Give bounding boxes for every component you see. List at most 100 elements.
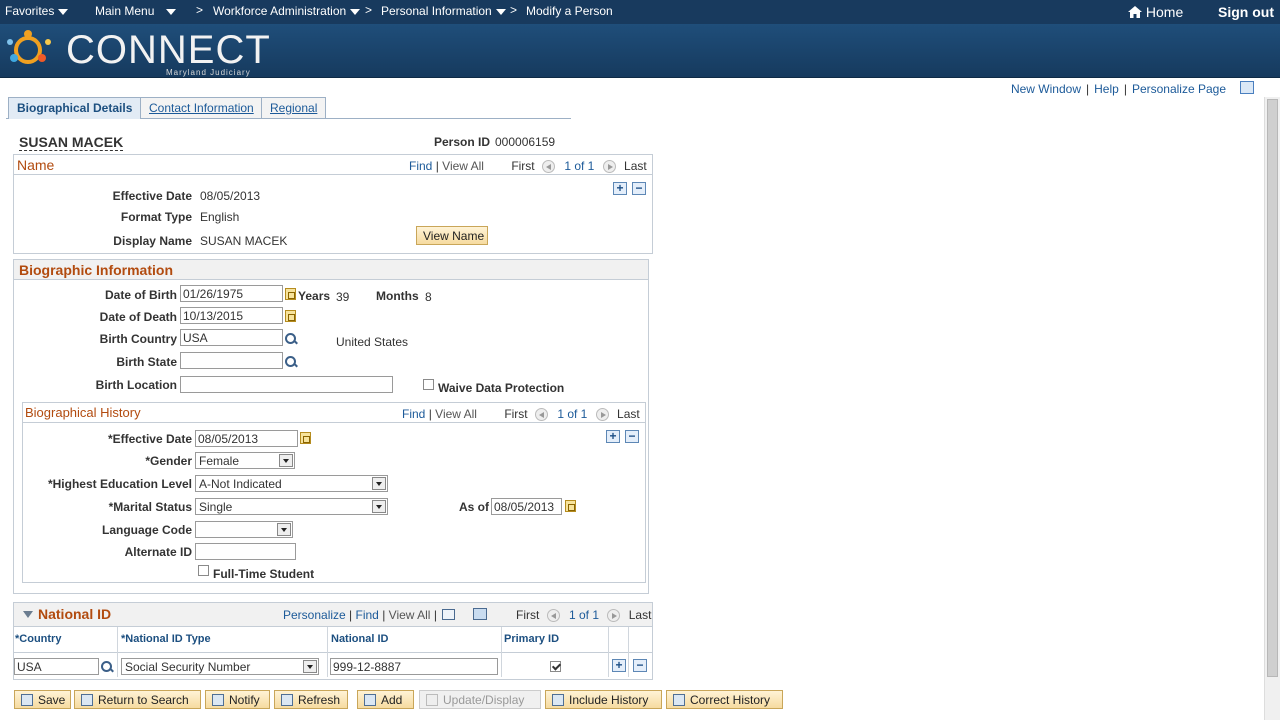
marital-status-label: *Marital Status xyxy=(108,500,192,514)
favorites-menu[interactable]: Favorites xyxy=(5,4,69,18)
breadcrumb-personal-information[interactable]: Personal Information xyxy=(381,4,506,18)
view-name-button[interactable]: View Name xyxy=(416,226,488,245)
primary-id-checkbox[interactable] xyxy=(550,661,561,672)
national-id-country-input[interactable]: USA xyxy=(14,658,99,675)
vertical-scrollbar[interactable] xyxy=(1264,97,1280,720)
alternate-id-input[interactable] xyxy=(195,543,296,560)
delete-row-icon[interactable]: − xyxy=(633,659,647,672)
view-all-link[interactable]: View All xyxy=(442,159,484,173)
main-menu-label: Main Menu xyxy=(95,4,155,18)
collapse-triangle-icon[interactable] xyxy=(23,611,33,618)
row-count: 1 of 1 xyxy=(569,608,600,622)
date-of-death-input[interactable]: 10/13/2015 xyxy=(180,307,283,324)
delete-row-icon[interactable]: − xyxy=(625,430,639,443)
birth-country-label: Birth Country xyxy=(99,332,177,346)
chevron-down-icon xyxy=(350,8,361,15)
find-link[interactable]: Find xyxy=(356,608,379,622)
years-value: 39 xyxy=(336,290,350,304)
include-history-label: Include History xyxy=(569,693,649,707)
national-id-input[interactable]: 999-12-8887 xyxy=(330,658,498,675)
new-window-icon[interactable] xyxy=(442,609,456,620)
birth-state-input[interactable] xyxy=(180,352,283,369)
main-menu[interactable]: Main Menu xyxy=(95,4,177,18)
previous-icon[interactable] xyxy=(534,408,548,422)
scrollbar-thumb[interactable] xyxy=(1267,99,1278,677)
breadcrumb-workforce-administration[interactable]: Workforce Administration xyxy=(213,4,361,18)
next-icon[interactable] xyxy=(607,609,621,623)
add-row-icon[interactable]: + xyxy=(613,182,627,195)
birth-country-input[interactable]: USA xyxy=(180,329,283,346)
sign-out-link[interactable]: Sign out xyxy=(1218,4,1274,20)
calendar-icon[interactable] xyxy=(300,432,311,444)
gender-select[interactable]: Female xyxy=(195,452,295,469)
save-button[interactable]: Save xyxy=(14,690,71,709)
search-icon[interactable] xyxy=(285,333,297,345)
effective-date-label: Effective Date xyxy=(112,189,192,203)
format-type-value: English xyxy=(200,210,240,224)
biographic-information-header: Biographic Information xyxy=(14,260,648,280)
marital-status-select[interactable]: Single xyxy=(195,498,388,515)
section-title: Biographic Information xyxy=(19,262,173,278)
search-icon[interactable] xyxy=(101,661,113,673)
chevron-down-icon xyxy=(58,8,69,15)
person-id-value: 000006159 xyxy=(495,135,556,149)
correct-history-button[interactable]: Correct History xyxy=(666,690,783,709)
breadcrumb-separator-icon: > xyxy=(365,3,373,17)
update-label: Update/Display xyxy=(443,693,525,707)
date-of-birth-input[interactable]: 01/26/1975 xyxy=(180,285,283,302)
refresh-button[interactable]: Refresh xyxy=(274,690,348,709)
return-to-search-button[interactable]: Return to Search xyxy=(74,690,201,709)
layout-grid-icon[interactable] xyxy=(1240,81,1254,94)
full-time-student-label: Full-Time Student xyxy=(213,567,315,581)
display-name-label: Display Name xyxy=(113,234,192,248)
add-row-icon[interactable]: + xyxy=(612,659,626,672)
view-all-link[interactable]: View All xyxy=(389,608,431,622)
notify-button[interactable]: Notify xyxy=(205,690,270,709)
calendar-icon[interactable] xyxy=(285,310,296,322)
tab-contact-information[interactable]: Contact Information xyxy=(140,97,263,118)
add-label: Add xyxy=(381,693,403,707)
tab-regional[interactable]: Regional xyxy=(261,97,327,118)
include-history-button[interactable]: Include History xyxy=(545,690,662,709)
highest-education-level-select[interactable]: A-Not Indicated xyxy=(195,475,388,492)
delete-row-icon[interactable]: − xyxy=(632,182,646,195)
national-id-navigation: Personalize | Find | View All | First 1 … xyxy=(283,608,651,623)
personalize-link[interactable]: Personalize xyxy=(283,608,346,622)
next-icon[interactable] xyxy=(595,408,609,422)
next-icon[interactable] xyxy=(602,160,616,174)
first-label: First xyxy=(515,608,540,622)
add-button[interactable]: Add xyxy=(357,690,414,709)
find-link[interactable]: Find xyxy=(409,159,432,173)
update-display-button[interactable]: Update/Display xyxy=(419,690,541,709)
personalize-page-link[interactable]: Personalize Page xyxy=(1132,82,1226,96)
waive-data-protection-checkbox[interactable] xyxy=(423,379,434,390)
search-icon[interactable] xyxy=(285,356,297,368)
calendar-icon[interactable] xyxy=(285,288,296,300)
history-effective-date-input[interactable]: 08/05/2013 xyxy=(195,430,298,447)
tab-biographical-details[interactable]: Biographical Details xyxy=(8,97,142,119)
find-link[interactable]: Find xyxy=(402,407,425,421)
download-grid-icon[interactable] xyxy=(472,608,487,620)
view-all-link[interactable]: View All xyxy=(435,407,477,421)
new-window-link[interactable]: New Window xyxy=(1011,82,1081,96)
home-link[interactable]: Home xyxy=(1128,4,1183,20)
language-code-select[interactable] xyxy=(195,521,293,538)
help-link[interactable]: Help xyxy=(1094,82,1119,96)
add-row-icon[interactable]: + xyxy=(606,430,620,443)
history-navigation: Find | View All First 1 of 1 Last xyxy=(402,407,640,422)
include-history-icon xyxy=(552,694,564,706)
previous-icon[interactable] xyxy=(541,160,555,174)
full-time-student-checkbox[interactable] xyxy=(198,565,209,576)
calendar-icon[interactable] xyxy=(565,500,576,512)
previous-icon[interactable] xyxy=(546,609,560,623)
refresh-label: Refresh xyxy=(298,693,341,707)
breadcrumb-modify-a-person[interactable]: Modify a Person xyxy=(526,4,613,18)
correct-history-icon xyxy=(673,694,685,706)
update-icon xyxy=(426,694,438,706)
as-of-input[interactable]: 08/05/2013 xyxy=(491,498,562,515)
format-type-label: Format Type xyxy=(120,210,192,224)
return-icon xyxy=(81,694,93,706)
person-id-label: Person ID xyxy=(434,135,491,149)
national-id-type-select[interactable]: Social Security Number xyxy=(121,658,319,675)
birth-location-input[interactable] xyxy=(180,376,393,393)
